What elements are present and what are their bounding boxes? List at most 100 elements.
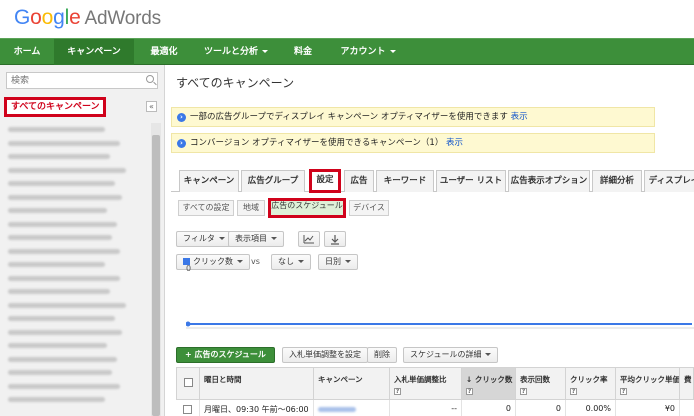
tab-analysis[interactable]: 詳細分析 bbox=[592, 170, 642, 192]
main-nav: ホーム キャンペーン 最適化 ツールと分析 料金 アカウント bbox=[0, 38, 694, 65]
sidebar-campaign-item[interactable] bbox=[8, 380, 138, 394]
col-avg-cpc[interactable]: 平均クリック単価? bbox=[616, 367, 680, 400]
campaign-link[interactable] bbox=[318, 407, 356, 412]
tab-display[interactable]: ディスプレイ bbox=[644, 170, 694, 192]
nav-label: ホーム bbox=[13, 47, 41, 57]
collapse-sidebar-icon[interactable]: « bbox=[146, 101, 157, 112]
nav-optimize[interactable]: 最適化 bbox=[134, 39, 194, 65]
cell-day-time: 月曜日、09:30 午前〜06:00 bbox=[200, 400, 314, 416]
help-icon[interactable]: ? bbox=[394, 388, 401, 395]
notice-text: 一部の広告グループでディスプレイ キャンペーン オプティマイザーを使用できます bbox=[190, 112, 508, 122]
row-checkbox[interactable] bbox=[183, 405, 192, 414]
sidebar-campaign-item[interactable] bbox=[8, 285, 138, 299]
nav-tools[interactable]: ツールと分析 bbox=[194, 39, 278, 65]
header-label: 入札単価調整比 bbox=[394, 375, 447, 384]
nav-home[interactable]: ホーム bbox=[0, 39, 54, 65]
tab-ad-extensions[interactable]: 広告表示オプション bbox=[508, 170, 590, 192]
subtab-devices[interactable]: デバイス bbox=[349, 200, 389, 216]
sidebar-campaign-item[interactable] bbox=[8, 258, 138, 272]
campaign-name-obscured bbox=[8, 194, 122, 200]
tab-ad-groups[interactable]: 広告グループ bbox=[241, 170, 305, 192]
product-name: AdWords bbox=[84, 8, 162, 29]
chevron-down-icon bbox=[389, 50, 396, 53]
header-label: クリック率 bbox=[570, 375, 608, 384]
help-icon[interactable]: ? bbox=[520, 388, 527, 395]
tab-settings[interactable]: 設定 bbox=[309, 169, 341, 193]
cell-clicks: 0 bbox=[462, 400, 516, 416]
sidebar-campaign-item[interactable] bbox=[8, 204, 138, 218]
col-clicks[interactable]: ↓ クリック数? bbox=[462, 367, 516, 400]
campaign-name-obscured bbox=[8, 316, 115, 322]
columns-button[interactable]: 表示項目 bbox=[228, 231, 284, 247]
campaign-name-obscured bbox=[8, 154, 110, 160]
subtab-ad-schedule[interactable]: 広告のスケジュール bbox=[268, 198, 346, 218]
tab-campaigns[interactable]: キャンペーン bbox=[179, 170, 239, 192]
chevron-down-icon bbox=[345, 260, 351, 263]
sidebar-campaign-item[interactable] bbox=[8, 177, 138, 191]
cell-campaign[interactable] bbox=[314, 400, 390, 416]
col-ctr[interactable]: クリック率? bbox=[566, 367, 616, 400]
sidebar-campaign-item[interactable] bbox=[8, 191, 138, 205]
col-day-time[interactable]: 曜日と時間 bbox=[200, 367, 314, 400]
help-icon[interactable]: ? bbox=[570, 388, 577, 395]
sidebar-scrollbar-thumb[interactable] bbox=[152, 135, 160, 416]
search-input[interactable] bbox=[7, 73, 142, 88]
subtab-location[interactable]: 地域 bbox=[237, 200, 265, 216]
tab-ads[interactable]: 広告 bbox=[344, 170, 374, 192]
sidebar-campaign-item[interactable] bbox=[8, 366, 138, 380]
row-checkbox-cell bbox=[176, 400, 200, 416]
help-icon[interactable]: ? bbox=[620, 388, 627, 395]
chart-toggle-button[interactable] bbox=[298, 231, 320, 247]
help-icon[interactable]: ? bbox=[466, 388, 473, 395]
sidebar-campaign-item[interactable] bbox=[8, 339, 138, 353]
tab-keywords[interactable]: キーワード bbox=[376, 170, 434, 192]
campaign-name-obscured bbox=[8, 140, 120, 146]
sidebar-campaign-item[interactable] bbox=[8, 245, 138, 259]
notice-show-link[interactable]: 表示 bbox=[446, 138, 463, 148]
notice-conversion-optimizer: › コンバージョン オプティマイザーを使用できるキャンペーン（1） 表示 bbox=[171, 133, 655, 153]
campaign-name-obscured bbox=[8, 262, 105, 268]
col-bid-adjustment[interactable]: 入札単価調整比? bbox=[390, 367, 462, 400]
sidebar-campaign-item[interactable] bbox=[8, 272, 138, 286]
sidebar-campaign-item[interactable] bbox=[8, 231, 138, 245]
col-campaign[interactable]: キャンペーン bbox=[314, 367, 390, 400]
sidebar-campaign-item[interactable] bbox=[8, 218, 138, 232]
sidebar-campaign-item[interactable] bbox=[8, 326, 138, 340]
button-label: なし bbox=[278, 257, 294, 266]
sidebar-campaign-item[interactable] bbox=[8, 312, 138, 326]
cell-impressions: 0 bbox=[516, 400, 566, 416]
bid-adjust-button[interactable]: 入札単価調整を設定 bbox=[282, 347, 368, 363]
col-cost[interactable]: 費 bbox=[680, 367, 694, 400]
chart-data-point[interactable] bbox=[186, 321, 191, 327]
download-button[interactable] bbox=[324, 231, 346, 247]
search-icon[interactable] bbox=[146, 75, 154, 83]
nav-label: 料金 bbox=[293, 47, 312, 57]
sidebar-campaign-item[interactable] bbox=[8, 123, 138, 137]
notice-show-link[interactable]: 表示 bbox=[511, 112, 528, 122]
tab-user-lists[interactable]: ユーザー リスト bbox=[436, 170, 506, 192]
nav-campaigns[interactable]: キャンペーン bbox=[54, 39, 134, 65]
sidebar-campaign-item[interactable] bbox=[8, 164, 138, 178]
nav-label: アカウント bbox=[340, 47, 386, 57]
clicks-chart[interactable] bbox=[186, 268, 694, 343]
line-chart-icon bbox=[303, 235, 314, 244]
nav-account[interactable]: アカウント bbox=[328, 39, 408, 65]
header-label: 平均クリック単価 bbox=[620, 375, 680, 384]
sidebar-campaign-item[interactable] bbox=[8, 137, 138, 151]
sidebar-campaign-item[interactable] bbox=[8, 393, 138, 407]
schedule-details-button[interactable]: スケジュールの詳細 bbox=[403, 347, 499, 363]
add-schedule-button[interactable]: + 広告のスケジュール bbox=[176, 347, 275, 363]
filter-button[interactable]: フィルタ bbox=[176, 231, 232, 247]
delete-button[interactable]: 削除 bbox=[367, 347, 397, 363]
chevron-down-icon bbox=[485, 353, 492, 356]
adwords-logo[interactable]: Google AdWords bbox=[14, 6, 161, 30]
all-campaigns-link[interactable]: すべてのキャンペーン bbox=[4, 97, 106, 117]
campaign-name-obscured bbox=[8, 127, 105, 133]
sidebar-campaign-item[interactable] bbox=[8, 353, 138, 367]
col-impressions[interactable]: 表示回数? bbox=[516, 367, 566, 400]
select-all-checkbox[interactable] bbox=[184, 378, 193, 387]
nav-billing[interactable]: 料金 bbox=[278, 39, 328, 65]
sidebar-campaign-item[interactable] bbox=[8, 150, 138, 164]
sidebar-campaign-item[interactable] bbox=[8, 299, 138, 313]
subtab-all-settings[interactable]: すべての設定 bbox=[178, 200, 234, 216]
